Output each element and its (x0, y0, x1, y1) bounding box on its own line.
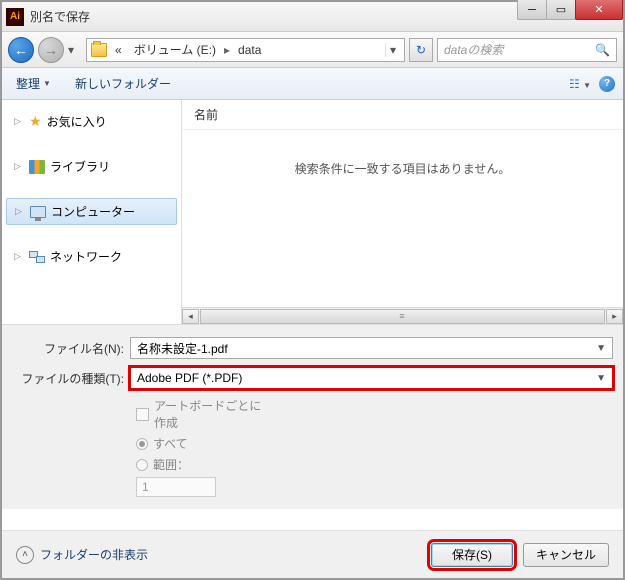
sidebar-label: コンピューター (51, 203, 135, 220)
search-placeholder: dataの検索 (444, 41, 595, 58)
crumb-volume[interactable]: ボリューム (E:) (130, 41, 220, 58)
artboard-checkbox-row: アートボードごとに作成 (136, 397, 613, 431)
scroll-left-button[interactable]: ◂ (182, 309, 199, 324)
app-icon: Ai (6, 8, 24, 26)
filename-label: ファイル名(N): (12, 340, 130, 357)
chevron-up-icon: ˄ (16, 546, 34, 564)
history-dropdown[interactable]: ▾ (68, 43, 82, 57)
title-bar: Ai 別名で保存 ─ ▭ ✕ (2, 2, 623, 32)
organize-menu[interactable]: 整理▼ (10, 72, 57, 95)
expand-icon[interactable]: ▷ (14, 251, 24, 262)
range-custom-radio (136, 459, 148, 471)
content-area: ▷ ★ お気に入り ▷ ライブラリ ▷ コンピューター ▷ ネットワーク 名前 … (2, 100, 623, 324)
range-all-row: すべて (136, 435, 613, 452)
filename-input[interactable]: 名称未設定-1.pdf ▼ (130, 337, 613, 359)
sidebar: ▷ ★ お気に入り ▷ ライブラリ ▷ コンピューター ▷ ネットワーク (2, 100, 182, 324)
file-list-pane: 名前 検索条件に一致する項目はありません。 ◂ ≡ ▸ (182, 100, 623, 324)
range-all-label: すべて (153, 435, 188, 452)
crumb-prefix: « (111, 43, 126, 57)
new-folder-button[interactable]: 新しいフォルダー (69, 72, 177, 95)
maximize-button[interactable]: ▭ (546, 0, 576, 20)
minimize-button[interactable]: ─ (517, 0, 547, 20)
range-input: 1 (136, 477, 216, 497)
expand-icon[interactable]: ▷ (14, 161, 24, 172)
toolbar: 整理▼ 新しいフォルダー ☷ ▼ ? (2, 68, 623, 100)
save-button[interactable]: 保存(S) (431, 543, 513, 567)
empty-message: 検索条件に一致する項目はありません。 (182, 160, 623, 177)
filetype-label: ファイルの種類(T): (12, 370, 130, 387)
view-options-button[interactable]: ☷ ▼ (569, 77, 591, 91)
sidebar-label: お気に入り (47, 113, 107, 130)
sidebar-label: ライブラリ (50, 158, 110, 175)
library-icon (29, 160, 45, 174)
sidebar-item-computer[interactable]: ▷ コンピューター (6, 198, 177, 225)
crumb-folder[interactable]: data (234, 43, 265, 57)
sidebar-label: ネットワーク (50, 248, 122, 265)
help-icon[interactable]: ? (599, 76, 615, 92)
nav-bar: ← → ▾ « ボリューム (E:) ▸ data ▾ ↻ dataの検索 🔍 (2, 32, 623, 68)
sidebar-item-network[interactable]: ▷ ネットワーク (2, 243, 181, 270)
chevron-down-icon[interactable]: ▼ (596, 343, 606, 354)
range-all-radio (136, 438, 148, 450)
chevron-right-icon[interactable]: ▸ (224, 43, 230, 57)
address-dropdown-icon[interactable]: ▾ (385, 43, 400, 57)
expand-icon[interactable]: ▷ (14, 116, 24, 127)
computer-icon (30, 206, 46, 218)
scroll-thumb[interactable]: ≡ (200, 309, 605, 324)
horizontal-scrollbar[interactable]: ◂ ≡ ▸ (182, 307, 623, 324)
network-icon (29, 251, 45, 263)
footer: ˄ フォルダーの非表示 保存(S) キャンセル (2, 530, 623, 578)
hide-folders-toggle[interactable]: ˄ フォルダーの非表示 (16, 546, 148, 564)
range-custom-label: 範囲： (153, 456, 189, 473)
refresh-button[interactable]: ↻ (409, 38, 433, 62)
scroll-right-button[interactable]: ▸ (606, 309, 623, 324)
column-header-name[interactable]: 名前 (182, 100, 623, 130)
sidebar-item-libraries[interactable]: ▷ ライブラリ (2, 153, 181, 180)
filetype-select[interactable]: Adobe PDF (*.PDF) ▼ (130, 367, 613, 389)
folder-icon (91, 43, 107, 57)
expand-icon[interactable]: ▷ (15, 206, 25, 217)
range-custom-row: 範囲： (136, 456, 613, 473)
address-bar[interactable]: « ボリューム (E:) ▸ data ▾ (86, 38, 405, 62)
chevron-down-icon[interactable]: ▼ (596, 373, 606, 384)
search-icon: 🔍 (595, 43, 610, 57)
search-input[interactable]: dataの検索 🔍 (437, 38, 617, 62)
forward-button: → (38, 37, 64, 63)
form-area: ファイル名(N): 名称未設定-1.pdf ▼ ファイルの種類(T): Adob… (2, 324, 623, 509)
cancel-button[interactable]: キャンセル (523, 543, 609, 567)
artboard-checkbox (136, 408, 149, 421)
sidebar-item-favorites[interactable]: ▷ ★ お気に入り (2, 108, 181, 135)
back-button[interactable]: ← (8, 37, 34, 63)
close-button[interactable]: ✕ (575, 0, 623, 20)
artboard-label: アートボードごとに作成 (154, 397, 264, 431)
star-icon: ★ (29, 113, 42, 130)
